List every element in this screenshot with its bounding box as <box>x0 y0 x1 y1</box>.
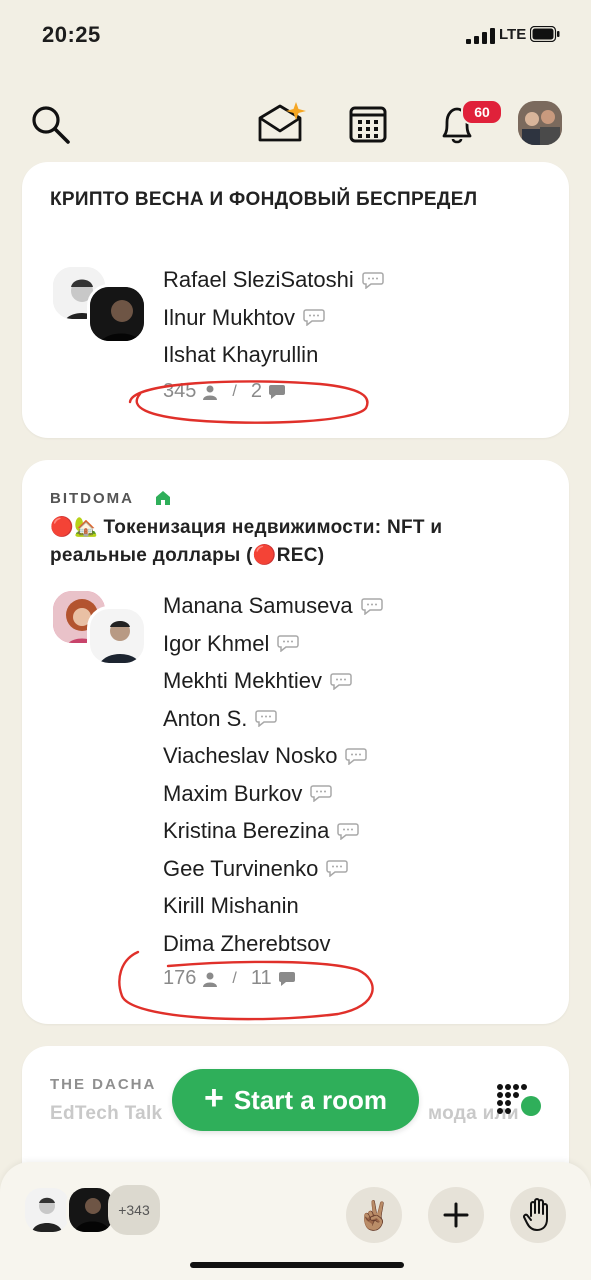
speech-bubble-icon <box>337 823 360 840</box>
plus-icon: + <box>203 1079 224 1117</box>
speaker-item[interactable]: Ilnur Mukhtov <box>163 299 384 337</box>
speaker-item[interactable]: Gee Turvinenko <box>163 850 383 888</box>
house-icon <box>156 491 170 505</box>
status-bar: 20:25 LTE <box>0 0 591 70</box>
speech-bubble-icon <box>360 598 383 615</box>
speech-bubble-icon <box>345 748 368 765</box>
speech-bubble-icon <box>303 309 325 327</box>
avatar[interactable] <box>22 1185 72 1235</box>
room-title: EdTech Talk <box>50 1103 163 1124</box>
room-title: 🔴🏡 Токенизация недвижимости: NFT и реаль… <box>50 517 443 566</box>
speaker-item[interactable]: Mekhti Mekhtiev <box>163 662 383 700</box>
room-title: КРИПТО ВЕСНА И ФОНДОВЫЙ БЕСПРЕДЕЛ <box>50 189 478 210</box>
speech-bubble-icon <box>362 272 384 289</box>
room-card[interactable]: BITDOMA 🔴🏡 Токенизация недвижимости: NFT… <box>22 460 569 1024</box>
speaker-item[interactable]: Ilshat Khayrullin <box>163 336 384 374</box>
person-icon <box>203 972 218 987</box>
speaker-item[interactable]: Dima Zherebtsov <box>163 925 383 963</box>
network-type: LTE <box>499 26 527 43</box>
speaker-list: Manana Samuseva Igor Khmel Mekhti Mekhti… <box>163 587 383 962</box>
speaker-count: 11 <box>250 967 272 989</box>
speech-bubble-icon <box>326 860 349 878</box>
chat-bubble-icon <box>278 971 295 986</box>
speaker-item[interactable]: Maxim Burkov <box>163 775 383 813</box>
room-avatars <box>50 264 150 354</box>
speaker-item[interactable]: Igor Khmel <box>163 625 383 663</box>
speaker-count: 2 <box>250 380 262 402</box>
wave-button[interactable]: ✌🏽 <box>346 1187 402 1243</box>
person-icon <box>203 385 218 400</box>
profile-avatar[interactable] <box>518 101 562 145</box>
speaker-list: Rafael SleziSatoshi Ilnur Mukhtov Ilshat… <box>163 261 384 374</box>
chat-bubble-icon <box>268 384 285 399</box>
room-card[interactable]: КРИПТО ВЕСНА И ФОНДОВЫЙ БЕСПРЕДЕЛ Rafael… <box>22 162 569 438</box>
listener-count: 345 <box>163 380 197 402</box>
speech-bubble-icon <box>277 635 300 653</box>
battery-icon <box>530 26 560 42</box>
separator: / <box>232 969 237 987</box>
more-users-count[interactable]: +343 <box>108 1185 160 1235</box>
start-room-label: Start a room <box>233 1084 387 1115</box>
speech-bubble-icon <box>330 673 352 690</box>
separator: / <box>232 382 237 400</box>
add-button[interactable] <box>428 1187 484 1243</box>
speaker-item[interactable]: Manana Samuseva <box>163 587 383 625</box>
notifications-badge: 60 <box>461 99 503 125</box>
online-users-grid-icon[interactable] <box>496 1083 542 1119</box>
cell-signal-icon <box>466 28 495 44</box>
speaker-item[interactable]: Anton S. <box>163 700 383 738</box>
speech-bubble-icon <box>310 785 333 803</box>
room-avatars <box>50 588 150 678</box>
room-stats: 176 / 11 <box>163 967 296 990</box>
club-name: BITDOMA <box>50 490 134 507</box>
search-icon[interactable] <box>30 104 72 146</box>
calendar-icon[interactable] <box>348 104 388 144</box>
avatar <box>87 606 147 666</box>
status-time: 20:25 <box>42 22 101 47</box>
room-stats: 345 / 2 <box>163 380 286 403</box>
invite-envelope-icon[interactable] <box>256 100 308 144</box>
speaker-item[interactable]: Viacheslav Nosko <box>163 737 383 775</box>
raise-hand-button[interactable] <box>510 1187 566 1243</box>
listener-count: 176 <box>163 967 197 989</box>
speaker-item[interactable]: Kirill Mishanin <box>163 887 383 925</box>
speaker-item[interactable]: Rafael SleziSatoshi <box>163 261 384 299</box>
plus-icon <box>443 1202 469 1228</box>
speech-bubble-icon <box>255 710 278 728</box>
speaker-item[interactable]: Kristina Berezina <box>163 812 383 850</box>
home-indicator <box>190 1262 404 1268</box>
club-name: THE DACHA <box>50 1076 157 1093</box>
raise-hand-icon <box>523 1198 548 1231</box>
start-room-button[interactable]: + Start a room <box>172 1069 419 1131</box>
peace-hand-icon: ✌🏽 <box>356 1199 392 1231</box>
avatar <box>87 284 147 344</box>
